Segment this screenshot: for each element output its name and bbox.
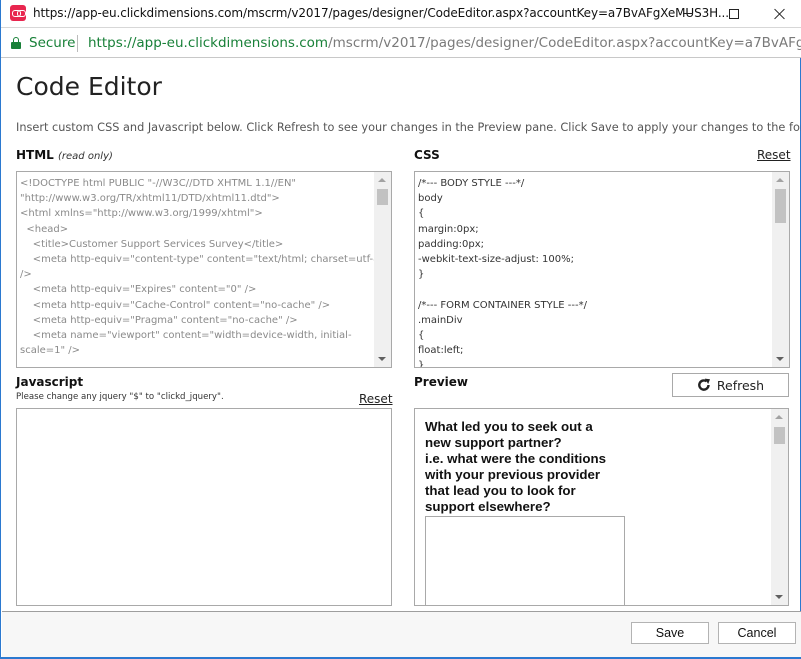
secure-label: Secure xyxy=(29,35,76,51)
html-scrollbar[interactable] xyxy=(374,172,391,367)
code-line: <meta name="viewport" content="width=dev… xyxy=(20,330,352,342)
preview-question-label: What led you to seek out a new support pa… xyxy=(425,419,625,515)
code-line: body xyxy=(418,193,443,205)
code-line: /*--- FORM CONTAINER STYLE ---*/ xyxy=(418,299,587,311)
scroll-down-arrow-icon[interactable] xyxy=(776,357,784,361)
lock-icon xyxy=(11,37,21,49)
code-line: margin:0px; xyxy=(418,223,479,235)
code-line: <meta http-equiv="Pragma" content="no-ca… xyxy=(20,314,298,326)
preview-scrollbar[interactable] xyxy=(771,409,788,605)
instructions-text: Insert custom CSS and Javascript below. … xyxy=(16,121,801,134)
window-title: https://app-eu.clickdimensions.com/mscrm… xyxy=(33,6,729,20)
code-line: scale=1" /> xyxy=(20,345,81,357)
maximize-button[interactable] xyxy=(711,0,757,27)
code-line: <meta http-equiv="content-type" content=… xyxy=(20,254,385,266)
scroll-up-arrow-icon[interactable] xyxy=(776,178,784,182)
code-line: /*--- BODY STYLE ---*/ xyxy=(418,178,525,189)
scroll-up-arrow-icon[interactable] xyxy=(775,415,783,419)
scroll-thumb[interactable] xyxy=(774,427,785,444)
css-scrollbar[interactable] xyxy=(772,172,789,367)
preview-answer-textarea[interactable] xyxy=(425,516,625,605)
address-bar[interactable]: Secure https://app-eu.clickdimensions.co… xyxy=(1,27,801,58)
browser-window: https://app-eu.clickdimensions.com/mscrm… xyxy=(0,0,801,659)
refresh-icon xyxy=(697,378,711,392)
title-bar: https://app-eu.clickdimensions.com/mscrm… xyxy=(1,0,801,27)
code-line: float:left; xyxy=(418,345,464,357)
question-line: i.e. what were the conditions xyxy=(425,451,607,466)
maximize-icon xyxy=(729,8,739,19)
close-button[interactable] xyxy=(757,0,801,27)
save-button[interactable]: Save xyxy=(631,622,709,644)
question-line: with your previous provider xyxy=(425,467,601,482)
preview-pane[interactable]: What led you to seek out a new support pa… xyxy=(414,408,789,606)
html-code-box[interactable]: <!DOCTYPE html PUBLIC "-//W3C//DTD XHTML… xyxy=(16,171,392,368)
address-separator xyxy=(77,35,78,52)
question-line: support elsewhere? xyxy=(425,499,551,514)
scroll-down-arrow-icon[interactable] xyxy=(775,595,783,599)
code-line: <title>Customer Support Services Survey<… xyxy=(20,238,284,250)
read-only-note: (read only) xyxy=(58,151,113,162)
javascript-section-label: Javascript xyxy=(16,375,84,389)
url-text[interactable]: https://app-eu.clickdimensions.com/mscrm… xyxy=(88,35,801,51)
code-line: { xyxy=(418,208,425,220)
code-line: <head> xyxy=(20,223,69,235)
javascript-code-editor[interactable] xyxy=(16,408,392,606)
code-line: padding:0px; xyxy=(418,238,485,250)
code-line: <!DOCTYPE html PUBLIC "-//W3C//DTD XHTML… xyxy=(20,178,297,189)
html-section-label: HTML (read only) xyxy=(16,148,113,162)
html-label: HTML xyxy=(16,148,54,162)
css-reset-link[interactable]: Reset xyxy=(757,148,791,162)
code-line: } xyxy=(418,269,425,281)
scroll-thumb[interactable] xyxy=(377,189,388,205)
css-code-lines: /*--- BODY STYLE ---*/ body { margin:0px; pa… xyxy=(418,176,769,368)
question-line: new support partner? xyxy=(425,435,562,450)
scroll-down-arrow-icon[interactable] xyxy=(378,357,386,361)
code-line: /> xyxy=(20,269,32,281)
code-line: { xyxy=(418,330,425,342)
javascript-reset-link[interactable]: Reset xyxy=(359,392,393,406)
refresh-label: Refresh xyxy=(716,377,765,393)
code-line: <meta http-equiv="Cache-Control" content… xyxy=(20,299,331,311)
code-line: <meta http-equiv="Expires" content="0" /… xyxy=(20,284,257,296)
css-section-label: CSS xyxy=(414,148,440,162)
question-line: that lead you to look for xyxy=(425,483,576,498)
code-line: <html xmlns="http://www.w3.org/1999/xhtm… xyxy=(20,208,263,220)
clickdimensions-app-icon xyxy=(10,5,26,21)
jquery-hint: Please change any jquery "$" to "clickd_… xyxy=(16,392,224,402)
dialog-footer: Save Cancel xyxy=(2,611,801,657)
code-line: } xyxy=(418,360,425,368)
url-host: https://app-eu.clickdimensions.com xyxy=(88,35,329,51)
close-icon xyxy=(774,8,786,20)
scroll-up-arrow-icon[interactable] xyxy=(378,178,386,182)
refresh-button[interactable]: Refresh xyxy=(672,373,789,397)
css-code-editor[interactable]: /*--- BODY STYLE ---*/ body { margin:0px; pa… xyxy=(414,171,790,368)
scroll-thumb[interactable] xyxy=(775,189,786,223)
html-code-lines: <!DOCTYPE html PUBLIC "-//W3C//DTD XHTML… xyxy=(20,176,385,358)
code-line: "http://www.w3.org/TR/xhtml11/DTD/xhtml1… xyxy=(20,193,280,205)
code-line: .mainDiv xyxy=(418,314,463,326)
cancel-button[interactable]: Cancel xyxy=(718,622,796,644)
preview-section-label: Preview xyxy=(414,375,469,389)
minimize-icon xyxy=(683,13,693,14)
minimize-button[interactable] xyxy=(665,0,711,27)
page-title: Code Editor xyxy=(16,72,162,101)
url-path: /mscrm/v2017/pages/designer/CodeEditor.a… xyxy=(328,35,801,51)
code-line: -webkit-text-size-adjust: 100%; xyxy=(418,254,574,266)
question-line: What led you to seek out a xyxy=(425,419,593,434)
